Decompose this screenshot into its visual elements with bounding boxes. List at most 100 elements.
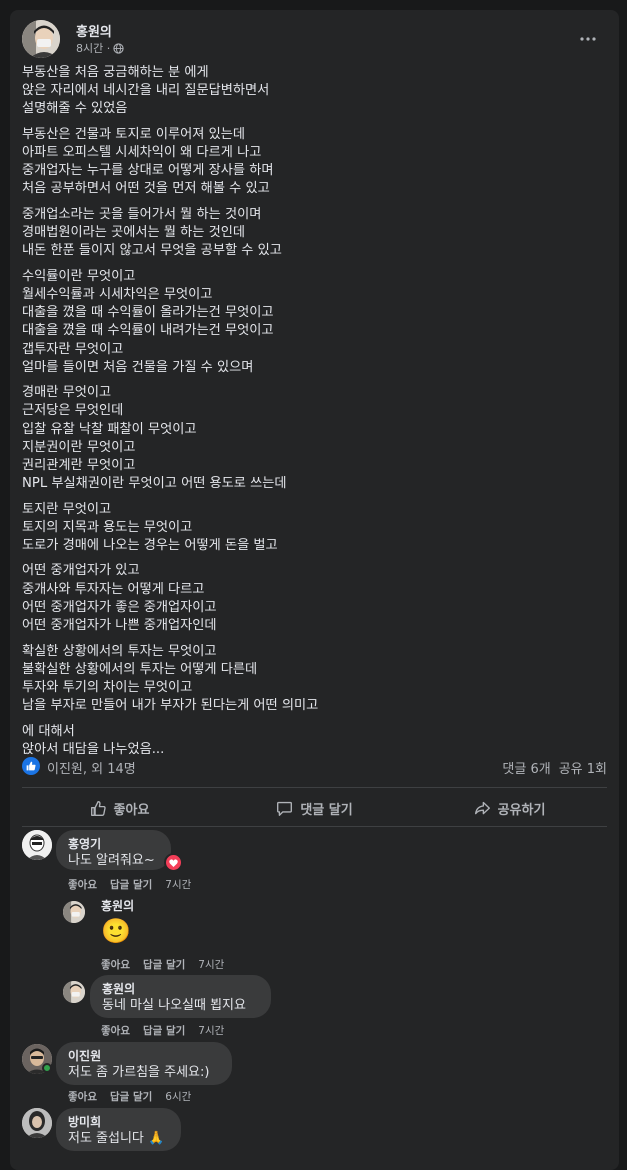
post-paragraph: 부동산은 건물과 토지로 이루어져 있는데아파트 오피스텔 시세차익이 왜 다르…	[22, 126, 607, 199]
post-line: 중개사와 투자자는 어떻게 다르고	[22, 581, 205, 597]
comment-time[interactable]: 7시간	[198, 957, 224, 972]
comment-actions: 좋아요 답글 달기 7시간	[68, 877, 191, 892]
comment-time[interactable]: 7시간	[198, 1023, 224, 1038]
comment-text: 동네 마실 나오실때 뵙지요	[102, 998, 246, 1013]
commenter-avatar[interactable]	[63, 901, 85, 923]
post-line: 처음 공부하면서 어떤 것을 먼저 해볼 수 있고	[22, 181, 270, 197]
commenter-name[interactable]: 홍원의	[101, 898, 134, 914]
post-line: 불확실한 상황에서의 투자는 어떻게 다른데	[22, 661, 258, 677]
post-line: 경매란 무엇이고	[22, 385, 112, 401]
reactors-summary[interactable]: 이진원, 외 14명	[47, 758, 136, 777]
post-line: 남을 부자로 만들어 내가 부자가 된다는게 어떤 의미고	[22, 698, 319, 714]
post-options-button[interactable]	[575, 26, 601, 52]
post-stats: 이진원, 외 14명 댓글 6개 공유 1회	[22, 755, 607, 777]
comment-like-link[interactable]: 좋아요	[68, 1089, 97, 1104]
commenter-avatar[interactable]	[63, 981, 85, 1003]
comments-count[interactable]: 댓글 6개	[502, 758, 550, 777]
comment-bubble: 홍영기 나도 알려줘요~	[56, 830, 171, 870]
comment-actions: 좋아요 답글 달기 6시간	[68, 1089, 191, 1104]
post-paragraph: 토지란 무엇이고토지의 지목과 용도는 무엇이고도로가 경매에 나오는 경우는 …	[22, 501, 607, 556]
commenter-avatar[interactable]	[22, 1108, 52, 1138]
comment-button-label: 댓글 달기	[300, 802, 353, 818]
post-line: 수익률이란 무엇이고	[22, 268, 136, 284]
comment-time[interactable]: 6시간	[165, 1089, 191, 1104]
globe-icon	[113, 42, 124, 54]
post-line: 투자와 투기의 차이는 무엇이고	[22, 679, 193, 695]
commenter-name[interactable]: 이진원	[68, 1048, 220, 1064]
post-line: 어떤 중개업자가 나쁜 중개업자인데	[22, 618, 217, 634]
comment-reply-link[interactable]: 답글 달기	[110, 877, 152, 892]
post-line: 권리관계란 무엇이고	[22, 457, 136, 473]
author-avatar-image	[22, 20, 60, 58]
more-horizontal-icon	[580, 37, 596, 41]
like-button-label: 좋아요	[113, 802, 150, 818]
post-line: 에 대해서	[22, 723, 75, 739]
comment-icon	[277, 801, 293, 816]
avatar-image	[22, 830, 52, 860]
post-line: 설명해줄 수 있었음	[22, 101, 128, 117]
post-line: 부동산을 처음 궁금해하는 분 에게	[22, 65, 209, 80]
thumbs-up-outline-icon	[90, 800, 106, 816]
comment-reply-link[interactable]: 답글 달기	[143, 957, 185, 972]
shares-count[interactable]: 공유 1회	[559, 758, 607, 777]
comment-like-link[interactable]: 좋아요	[101, 957, 130, 972]
comment-button[interactable]: 댓글 달기	[217, 790, 412, 826]
post-line: 토지란 무엇이고	[22, 501, 112, 517]
comment-reply-link[interactable]: 답글 달기	[143, 1023, 185, 1038]
post-body: 부동산을 처음 궁금해하는 분 에게앉은 자리에서 네시간을 내리 질문답변하면…	[22, 64, 607, 766]
post-line: 대출을 꼈을 때 수익률이 올라가는건 무엇이고	[22, 305, 274, 321]
post-line: 얼마를 들이면 처음 건물을 가질 수 있으며	[22, 359, 254, 375]
smile-emoji: 🙂	[101, 917, 131, 945]
post-line: 내돈 한푼 들이지 않고서 무엇을 공부할 수 있고	[22, 243, 282, 259]
thumbs-up-icon	[26, 761, 36, 771]
post-line: 토지의 지목과 용도는 무엇이고	[22, 519, 193, 535]
post-line: 근저당은 무엇인데	[22, 403, 124, 419]
comment-bubble: 방미희 저도 줄섭니다 🙏	[56, 1108, 181, 1151]
like-reaction-icon[interactable]	[22, 757, 40, 775]
commenter-name[interactable]: 방미희	[68, 1114, 169, 1130]
post-line: 대출을 꼈을 때 수익률이 내려가는건 무엇이고	[22, 323, 274, 339]
post-header: 홍원의 8시간 ·	[22, 20, 607, 60]
comment-time[interactable]: 7시간	[165, 877, 191, 892]
author-avatar[interactable]	[22, 20, 60, 58]
post-paragraph: 부동산을 처음 궁금해하는 분 에게앉은 자리에서 네시간을 내리 질문답변하면…	[22, 64, 607, 119]
comment-text: 저도 줄섭니다 🙏	[68, 1131, 165, 1146]
post-line: 앉은 자리에서 네시간을 내리 질문답변하면서	[22, 83, 270, 99]
post-line: 어떤 중개업자가 좋은 중개업자이고	[22, 599, 217, 615]
comment-like-link[interactable]: 좋아요	[68, 877, 97, 892]
post-paragraph: 중개업소라는 곳을 들어가서 뭘 하는 것이며 경매법원이라는 곳에서는 뭘 하는…	[22, 206, 607, 261]
post-line: 입찰 유찰 낙찰 패찰이 무엇이고	[22, 421, 197, 437]
commenter-name[interactable]: 홍영기	[68, 836, 159, 852]
comment-like-link[interactable]: 좋아요	[101, 1023, 130, 1038]
post-paragraph: 수익률이란 무엇이고 월세수익률과 시세차익은 무엇이고 대출을 꼈을 때 수익률이…	[22, 268, 607, 377]
commenter-name[interactable]: 홍원의	[102, 981, 259, 997]
post-card: 홍원의 8시간 · 부동산을 처음 궁금해하는 분 에게앉은 자리에서 네시간을…	[10, 10, 619, 1170]
post-line: 어떤 중개업자가 있고	[22, 563, 140, 579]
post-paragraph: 어떤 중개업자가 있고중개사와 투자자는 어떻게 다르고어떤 중개업자가 좋은 …	[22, 562, 607, 635]
post-line: 도로가 경매에 나오는 경우는 어떻게 돈을 벌고	[22, 537, 278, 553]
comment-reaction-heart[interactable]	[164, 853, 183, 872]
post-paragraph: 경매란 무엇이고 근저당은 무엇인데 입찰 유찰 낙찰 패찰이 무엇이고 지분권이란 …	[22, 384, 607, 493]
comment-reply-link[interactable]: 답글 달기	[110, 1089, 152, 1104]
avatar-image	[22, 1108, 52, 1138]
reply-sticker: 홍원의 🙂	[92, 898, 134, 948]
online-status-indicator	[42, 1063, 52, 1073]
comment-bubble: 홍원의 동네 마실 나오실때 뵙지요	[90, 975, 271, 1018]
post-paragraph: 에 대해서 앉아서 대담을 나누었음...	[22, 723, 607, 759]
share-button[interactable]: 공유하기	[412, 790, 607, 826]
post-line: 아파트 오피스텔 시세차익이 왜 다르게 나고	[22, 145, 262, 161]
heart-icon	[169, 858, 178, 867]
comment-bubble: 이진원 저도 좀 가르침을 주세요:)	[56, 1042, 232, 1085]
post-line: 확실한 상황에서의 투자는 무엇이고	[22, 643, 217, 659]
avatar-image	[63, 901, 85, 923]
post-line: 중개업자는 누구를 상대로 어떻게 장사를 하며	[22, 163, 274, 179]
share-button-label: 공유하기	[497, 802, 546, 818]
author-name[interactable]: 홍원의	[76, 21, 112, 40]
post-line: 부동산은 건물과 토지로 이루어져 있는데	[22, 126, 246, 142]
commenter-avatar[interactable]	[22, 830, 52, 860]
comment-text: 저도 좀 가르침을 주세요:)	[68, 1065, 210, 1080]
comment-actions: 좋아요 답글 달기 7시간	[101, 957, 224, 972]
like-button[interactable]: 좋아요	[22, 790, 217, 826]
post-time[interactable]: 8시간 ·	[76, 40, 110, 56]
engagement-counts: 댓글 6개 공유 1회	[502, 758, 607, 777]
